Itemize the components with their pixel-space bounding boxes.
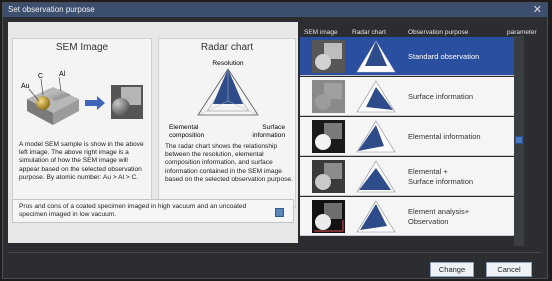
arrow-right-icon	[85, 96, 105, 110]
window-title: Set observation purpose	[8, 5, 95, 14]
label-c: C	[38, 73, 43, 80]
label-au: Au	[21, 83, 30, 90]
radar-thumbnail	[356, 160, 396, 193]
sem-thumbnail	[312, 160, 345, 193]
radar-chart-panel: Radar chart Resolution Elemental composit…	[158, 38, 296, 208]
list-item[interactable]: Elemental + Surface information	[300, 157, 524, 196]
radar-thumbnail	[356, 120, 396, 153]
purpose-label: Elemental information	[408, 132, 481, 141]
sem-thumbnail	[312, 80, 345, 113]
purpose-label: Element analysis+ Observation	[408, 207, 470, 226]
purpose-label: Elemental + Surface information	[408, 167, 474, 186]
radar-chart-illustration: Resolution Elemental composition Surface i…	[169, 60, 285, 139]
col-radar-chart: Radar chart	[352, 29, 386, 36]
sem-image-panel: SEM Image C Al Au A model SEM sample is …	[12, 38, 152, 208]
cancel-button[interactable]: Cancel	[486, 262, 532, 277]
axis-resolution-label: Resolution	[212, 60, 243, 67]
parameter-icon[interactable]	[515, 136, 523, 144]
purpose-label: Surface information	[408, 92, 474, 101]
sem-thumbnail	[312, 120, 345, 153]
col-purpose: Observation purpose	[408, 29, 469, 36]
radar-panel-title: Radar chart	[200, 42, 254, 53]
radar-thumbnail	[356, 80, 396, 113]
close-icon[interactable]: ✕	[533, 3, 542, 16]
coating-note: Pros and cons of a coated specimen image…	[12, 199, 294, 223]
col-parameter: parameter	[507, 29, 537, 36]
sem-model-illustration: C Al Au	[21, 71, 143, 125]
axis-elemental-label: Elemental composition	[169, 124, 205, 139]
help-icon[interactable]	[275, 208, 284, 217]
list-item[interactable]: Surface information	[300, 77, 524, 116]
radar-description: The radar chart shows the relationship b…	[165, 143, 293, 183]
radar-thumbnail	[356, 40, 396, 73]
purpose-list: Standard observation Surface information…	[300, 37, 524, 257]
list-scrollbar[interactable]	[514, 36, 524, 246]
purpose-label: Standard observation	[408, 52, 480, 61]
sem-description: A model SEM sample is show in the above …	[19, 141, 144, 181]
list-item[interactable]: Element analysis+ Observation	[300, 197, 524, 236]
axis-surface-label: Surface information	[252, 124, 285, 139]
sem-panel-title: SEM Image	[55, 42, 109, 53]
title-bar: Set observation purpose ✕	[3, 3, 547, 17]
sem-thumbnail	[312, 200, 345, 233]
list-item[interactable]: Elemental information	[300, 117, 524, 156]
footer-divider	[8, 252, 541, 253]
col-sem-image: SEM image	[304, 29, 338, 36]
sem-thumbnail	[312, 40, 345, 73]
note-text: Pros and cons of a coated specimen image…	[19, 203, 247, 219]
change-button[interactable]: Change	[430, 262, 474, 277]
list-item[interactable]: Standard observation	[300, 37, 524, 76]
info-area: SEM Image C Al Au A model SEM sample is …	[8, 22, 298, 243]
label-al: Al	[59, 71, 66, 78]
radar-thumbnail	[356, 200, 396, 233]
